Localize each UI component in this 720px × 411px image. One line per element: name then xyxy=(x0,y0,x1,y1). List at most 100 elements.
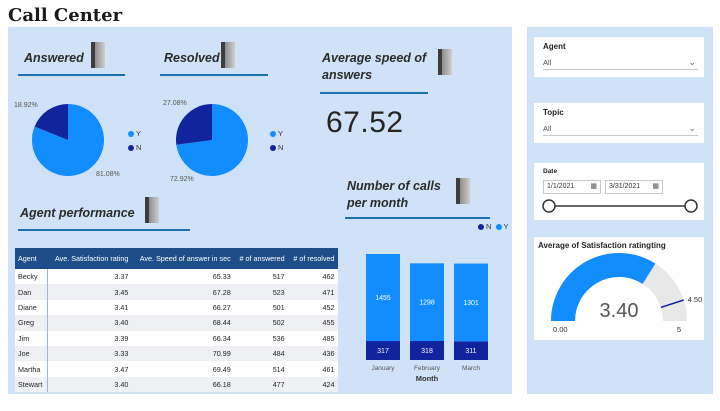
cell-agent: Becky xyxy=(15,269,49,285)
resolved-decoration xyxy=(221,42,235,68)
table-row[interactable]: Joe 3.33 70.99 484 436 xyxy=(15,345,338,362)
avg-speed-value: 67.52 xyxy=(326,106,404,139)
legend-y-label: Y xyxy=(136,129,142,138)
cell-agent: Jim xyxy=(15,330,49,346)
x-axis-label: Month xyxy=(416,374,439,383)
calls-decoration xyxy=(456,178,470,204)
resolved-y-pct: 72.92% xyxy=(170,176,194,183)
cell-satisfaction: 3.40 xyxy=(114,379,129,389)
agent-performance-table-card: Agent Ave. Satisfaction rating Ave. Spee… xyxy=(15,248,338,393)
table-row[interactable]: Diane 3.41 66.27 501 452 xyxy=(15,299,338,316)
avg-speed-underline xyxy=(320,92,428,94)
cell-answered: 514 xyxy=(272,364,285,374)
date-filter-label: Date xyxy=(543,168,558,175)
cell-agent: Joe xyxy=(15,345,49,362)
cell-speed: 65.33 xyxy=(212,272,231,282)
table-header-row: Agent Ave. Satisfaction rating Ave. Spee… xyxy=(15,248,338,269)
agent-performance-table: Agent Ave. Satisfaction rating Ave. Spee… xyxy=(15,248,338,393)
table-row[interactable]: Dan 3.45 67.28 523 471 xyxy=(15,284,338,300)
date-range-slider[interactable] xyxy=(540,198,700,214)
calendar-icon[interactable]: ▦ xyxy=(652,182,659,190)
cell-resolved: 452 xyxy=(322,302,335,312)
bar-data-label: 1298 xyxy=(419,300,435,307)
start-date-value: 1/1/2021 xyxy=(547,183,575,190)
cell-answered: 501 xyxy=(272,302,285,312)
calendar-icon[interactable]: ▦ xyxy=(590,182,597,190)
cell-resolved: 461 xyxy=(322,364,335,374)
resolved-pie-slice-n[interactable] xyxy=(176,104,212,145)
cell-satisfaction: 3.47 xyxy=(114,364,129,374)
table-row[interactable]: Martha 3.47 69.49 514 461 xyxy=(15,361,338,377)
resolved-n-pct: 27.08% xyxy=(163,100,187,107)
column-header-speed[interactable]: Ave. Speed of answer in sec xyxy=(131,248,233,269)
column-header-agent[interactable]: Agent xyxy=(15,248,48,269)
avg-speed-decoration xyxy=(438,49,452,75)
calls-title-line1: Number of calls xyxy=(347,179,441,193)
calls-per-month-chart: 317 1455 January 318 1298 February 311 1301 Marc… xyxy=(366,254,488,383)
topic-filter-label: Topic xyxy=(543,108,564,117)
table-row[interactable]: Greg 3.40 68.44 502 455 xyxy=(15,315,338,331)
agent-dropdown[interactable]: All ⌄ xyxy=(543,56,698,70)
table-row[interactable]: Stewart 3.40 66.18 477 424 xyxy=(15,376,338,393)
cell-resolved: 485 xyxy=(322,333,335,343)
topic-dropdown-value: All xyxy=(543,124,552,133)
x-tick-label: March xyxy=(462,365,480,372)
start-date-input[interactable]: 1/1/2021 ▦ xyxy=(543,180,601,194)
resolved-legend: Y N xyxy=(270,127,283,155)
avg-speed-title: Average speed of answers xyxy=(322,50,426,84)
bar-data-label: 311 xyxy=(465,348,476,355)
cell-answered: 477 xyxy=(272,379,285,389)
answered-decoration xyxy=(91,42,105,68)
cell-speed: 66.27 xyxy=(212,302,231,312)
cell-speed: 66.34 xyxy=(212,333,231,343)
cell-agent: Martha xyxy=(15,361,49,377)
chevron-down-icon: ⌄ xyxy=(688,57,696,67)
topic-dropdown[interactable]: All ⌄ xyxy=(543,122,698,136)
slider-end-handle[interactable] xyxy=(684,199,698,213)
cell-satisfaction: 3.33 xyxy=(114,349,129,359)
slider-start-handle[interactable] xyxy=(542,199,556,213)
column-header-satisfaction[interactable]: Ave. Satisfaction rating xyxy=(48,248,132,269)
cell-agent: Dan xyxy=(15,284,49,300)
table-row[interactable]: Becky 3.37 65.33 517 462 xyxy=(15,269,338,285)
cell-satisfaction: 3.37 xyxy=(114,272,129,282)
table-row[interactable]: Jim 3.39 66.34 536 485 xyxy=(15,330,338,346)
satisfaction-gauge: 3.40 0.00 5 4.50 xyxy=(551,253,703,334)
cell-speed: 70.99 xyxy=(212,349,231,359)
cell-agent: Stewart xyxy=(15,376,49,393)
legend-n-label: N xyxy=(486,222,492,231)
cell-speed: 69.49 xyxy=(212,364,231,374)
cell-speed: 66.18 xyxy=(212,379,231,389)
cell-answered: 517 xyxy=(272,272,285,282)
legend-n-dot xyxy=(478,224,484,231)
agent-performance-underline xyxy=(18,229,190,231)
answered-y-pct: 81.08% xyxy=(96,171,120,178)
column-header-resolved[interactable]: # of resolved xyxy=(288,248,338,269)
gauge-target-label: 4.50 xyxy=(688,295,703,304)
agent-performance-decoration xyxy=(145,197,159,223)
agent-dropdown-value: All xyxy=(543,58,552,67)
resolved-title: Resolved xyxy=(164,51,220,65)
gauge-min-label: 0.00 xyxy=(553,325,568,334)
bar-data-label: 317 xyxy=(377,348,389,355)
calls-underline xyxy=(345,217,490,219)
x-tick-label: February xyxy=(414,365,441,372)
bar-data-label: 1455 xyxy=(375,295,391,302)
satisfaction-gauge-card: Average of Satisfaction ratingting 3.40 0… xyxy=(534,237,704,340)
cell-resolved: 436 xyxy=(322,349,335,359)
legend-y-dot xyxy=(270,131,276,138)
end-date-value: 3/31/2021 xyxy=(609,183,641,190)
cell-resolved: 424 xyxy=(322,379,335,389)
page-title: Call Center xyxy=(8,5,123,26)
column-header-answered[interactable]: # of answered xyxy=(234,248,288,269)
legend-y-dot xyxy=(495,224,502,231)
agent-filter-card: Agent All ⌄ xyxy=(534,37,704,77)
answered-title: Answered xyxy=(24,51,84,65)
x-tick-label: January xyxy=(371,365,395,372)
cell-satisfaction: 3.39 xyxy=(114,333,129,343)
cell-answered: 536 xyxy=(272,333,285,343)
calls-title-line2: per month xyxy=(347,196,409,210)
calls-per-month-title: Number of calls per month xyxy=(347,178,441,212)
end-date-input[interactable]: 3/31/2021 ▦ xyxy=(605,180,663,194)
topic-filter-card: Topic All ⌄ xyxy=(534,103,704,143)
